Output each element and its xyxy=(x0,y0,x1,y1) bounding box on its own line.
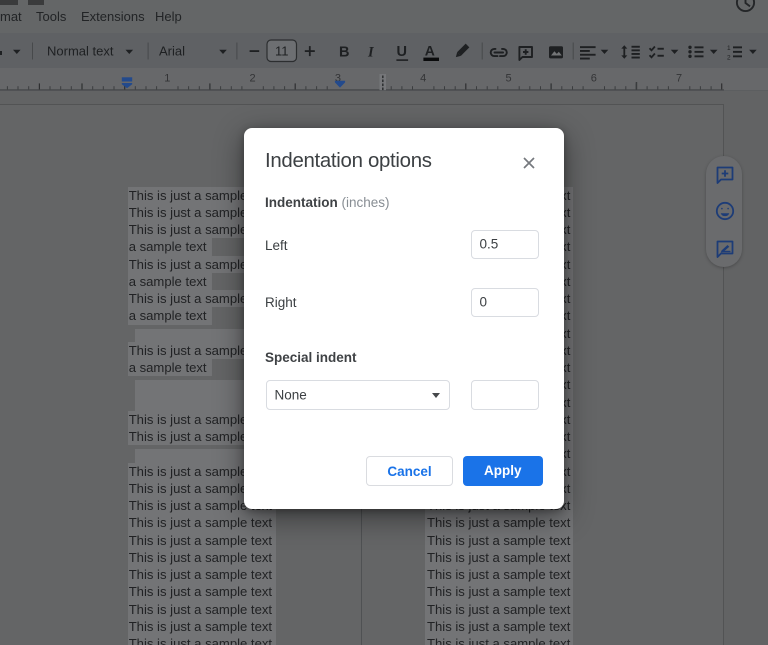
svg-text:I: I xyxy=(367,45,375,61)
svg-text:Arial: Arial xyxy=(159,44,185,59)
svg-text:7: 7 xyxy=(676,73,682,85)
svg-text:U: U xyxy=(397,44,407,60)
svg-text:A: A xyxy=(425,43,435,59)
svg-text:2: 2 xyxy=(727,55,731,62)
svg-text:B: B xyxy=(339,45,349,61)
svg-text:4: 4 xyxy=(420,73,426,85)
svg-text:2: 2 xyxy=(250,73,256,85)
svg-text:Normal text: Normal text xyxy=(47,44,114,59)
svg-text:11: 11 xyxy=(275,44,289,59)
svg-text:1: 1 xyxy=(727,45,731,52)
svg-text:1: 1 xyxy=(164,73,170,85)
svg-text:6: 6 xyxy=(591,73,597,85)
svg-text:5: 5 xyxy=(505,73,511,85)
